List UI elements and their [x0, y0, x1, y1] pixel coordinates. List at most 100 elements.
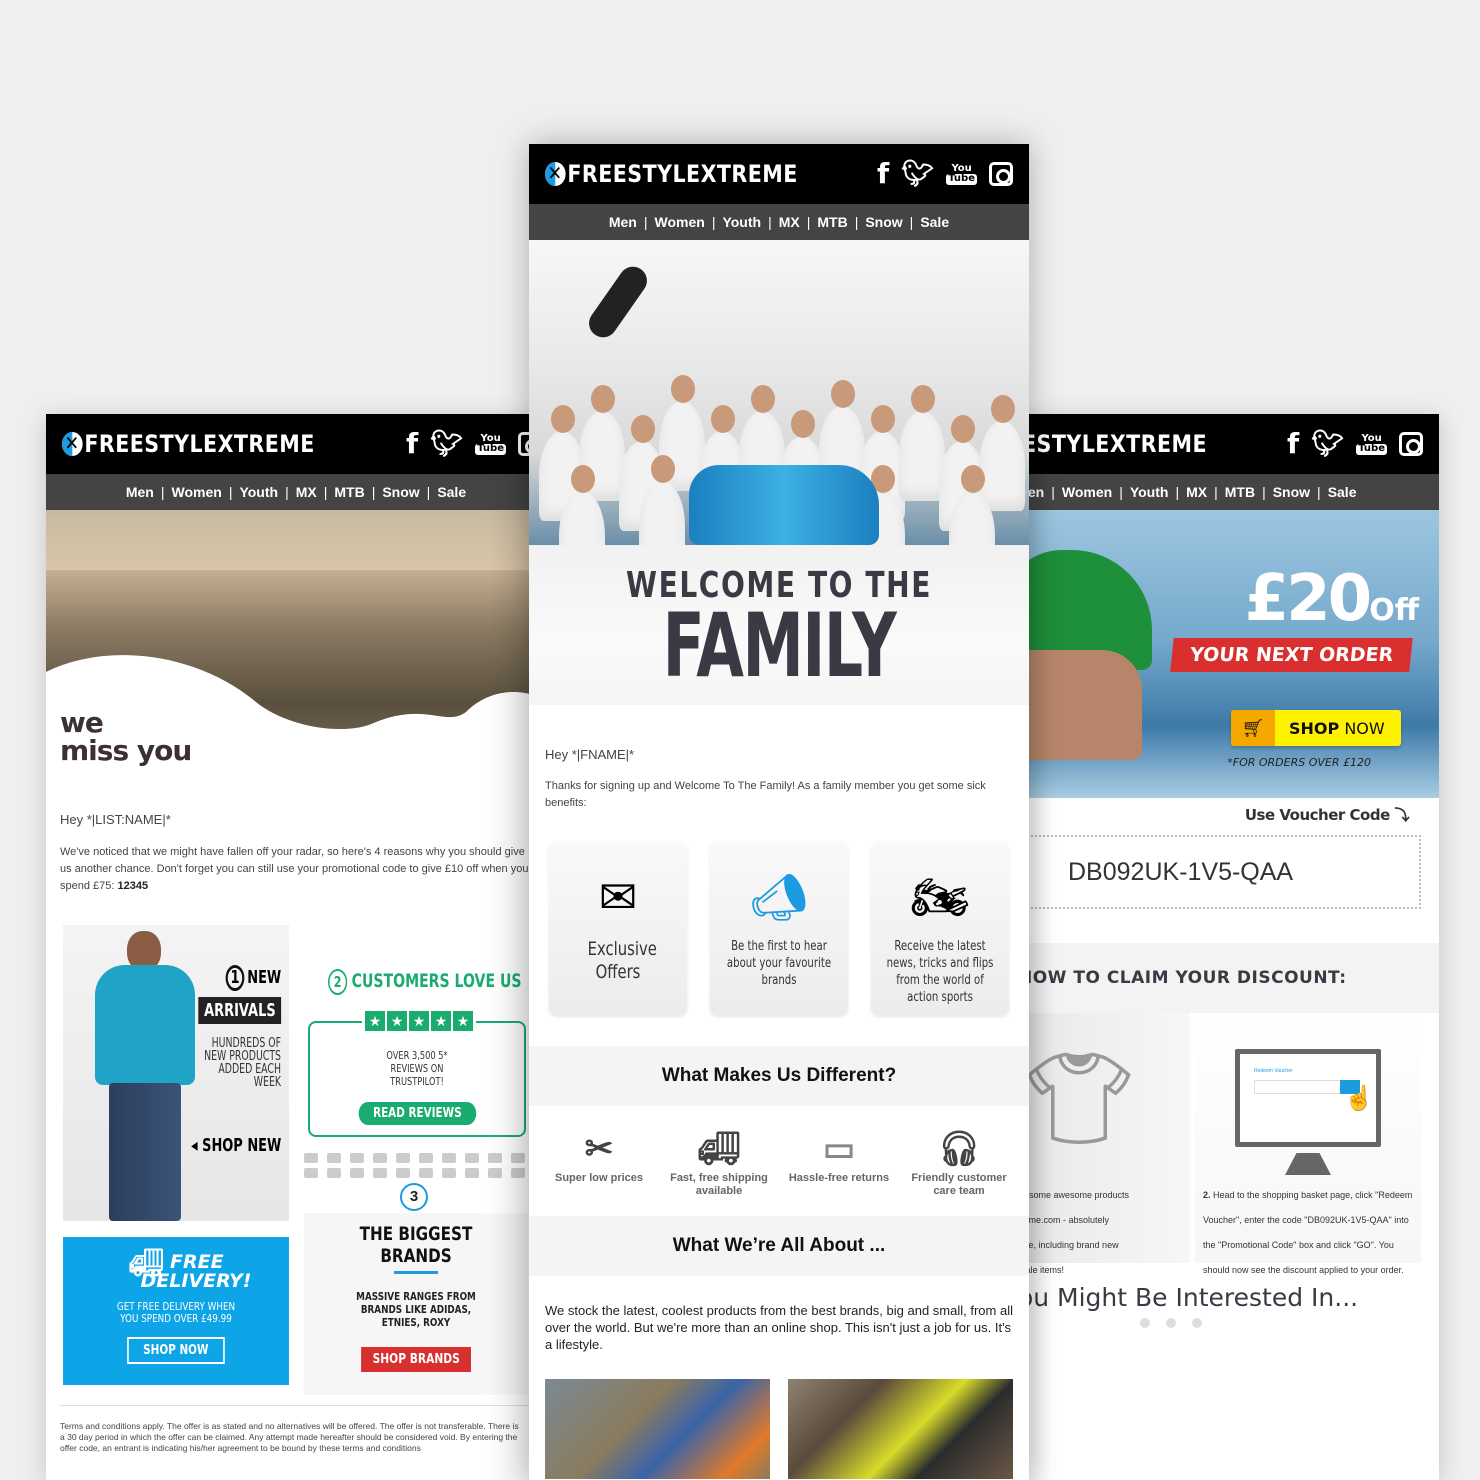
- welcome-line-2: FAMILY: [662, 594, 897, 697]
- greeting: Hey *|FNAME|*: [545, 747, 635, 762]
- nav-separator: |: [1214, 484, 1218, 500]
- shop-word: SHOP: [1289, 718, 1340, 738]
- benefit-text: Exclusive Offers: [587, 938, 657, 983]
- model-hoodie: [95, 965, 195, 1085]
- team-member-head: [871, 405, 895, 433]
- biggest-brands-subtitle: MASSIVE RANGES FROM BRANDS LIKE ADIDAS, …: [356, 1290, 476, 1329]
- action-photos: [529, 1379, 1029, 1479]
- nav-women[interactable]: Women: [172, 484, 222, 500]
- nav-mx[interactable]: MX: [1186, 484, 1207, 500]
- nav-snow[interactable]: Snow: [1273, 484, 1310, 500]
- youtube-icon[interactable]: You Tube: [475, 433, 506, 455]
- feature-label: Super low prices: [554, 1172, 644, 1184]
- star-icon: ★: [365, 1011, 385, 1031]
- nav-mtb[interactable]: MTB: [334, 484, 364, 500]
- youtube-icon[interactable]: You Tube: [946, 163, 977, 185]
- brand-logo-tile: [350, 1153, 364, 1163]
- nav-men[interactable]: Men: [609, 214, 637, 230]
- benefit-text: Be the first to hear about your favourit…: [726, 939, 832, 988]
- free-delivery-shop-now-button[interactable]: SHOP NOW: [127, 1337, 225, 1364]
- brand-logo[interactable]: FREESTYLEXTREME: [545, 160, 798, 188]
- category-nav: Men | Women | Youth | MX | MTB | Snow | Sale: [46, 474, 546, 510]
- feature-item: ✂ Super low prices: [540, 1126, 658, 1198]
- carousel-dot[interactable]: [1192, 1318, 1202, 1328]
- brand-name-partial: ESTYLEXTREME: [1022, 430, 1208, 458]
- nav-youth[interactable]: Youth: [239, 484, 278, 500]
- nav-separator: |: [854, 214, 859, 230]
- brand-logos-strip: [304, 1153, 528, 1178]
- brand-name: FREESTYLEXTREME: [84, 430, 315, 458]
- brand-logo-tile: [488, 1168, 502, 1178]
- greeting: Hey *|LIST:NAME|*: [60, 812, 171, 827]
- brand-logo[interactable]: FREESTYLEXTREME: [62, 430, 315, 458]
- step-1-line: e site, including brand new: [1012, 1240, 1119, 1250]
- claim-steps: 👕︎ lf to some awesome products Xtreme.co…: [1012, 1013, 1439, 1275]
- nav-snow[interactable]: Snow: [382, 484, 419, 500]
- shop-new-link[interactable]: ◂ SHOP NEW: [191, 1135, 281, 1156]
- youtube-tube: Tube: [946, 173, 977, 185]
- nav-sale[interactable]: Sale: [920, 214, 949, 230]
- you-might-be-interested-title: You Might Be Interested In...: [1012, 1283, 1359, 1312]
- brand-logo-tile: [465, 1153, 479, 1163]
- voucher-label-text: Use Voucher Code: [1244, 806, 1390, 824]
- instagram-icon[interactable]: [1399, 432, 1423, 456]
- arrivals-label: ARRIVALS: [197, 997, 281, 1024]
- brand-logo-tile: [419, 1153, 433, 1163]
- nav-women[interactable]: Women: [655, 214, 705, 230]
- brand-logo-tile: [511, 1168, 525, 1178]
- team-member-head: [961, 465, 985, 493]
- instagram-icon[interactable]: [989, 162, 1013, 186]
- free-delivery-subtitle: GET FREE DELIVERY WHEN YOU SPEND OVER £4…: [116, 1300, 236, 1325]
- nav-mx[interactable]: MX: [296, 484, 317, 500]
- nav-sale[interactable]: Sale: [1328, 484, 1357, 500]
- nav-separator: |: [909, 214, 914, 230]
- facebook-icon[interactable]: f: [877, 160, 889, 188]
- nav-women[interactable]: Women: [1062, 484, 1112, 500]
- email-we-miss-you: FREESTYLEXTREME f 🐦︎ YouTube Men | Women |…: [46, 414, 546, 1480]
- team-member-head: [651, 455, 675, 483]
- carousel-dot[interactable]: [1140, 1318, 1150, 1328]
- left-body: Hey *|LIST:NAME|* We've noticed that we …: [46, 812, 546, 895]
- step-1-line: n Sale items!: [1012, 1265, 1065, 1275]
- mountain-bike-photo: [788, 1379, 1013, 1479]
- shop-brands-button[interactable]: SHOP BRANDS: [360, 1347, 472, 1372]
- youtube-icon[interactable]: You Tube: [1356, 433, 1387, 455]
- nav-mtb[interactable]: MTB: [817, 214, 847, 230]
- reason-1-badge: 1: [225, 965, 245, 991]
- price-tag-scissors-icon: ✂: [584, 1130, 614, 1168]
- read-reviews-button[interactable]: READ REVIEWS: [358, 1102, 476, 1125]
- nav-youth[interactable]: Youth: [722, 214, 761, 230]
- nav-sale[interactable]: Sale: [437, 484, 466, 500]
- team-member-head: [911, 385, 935, 413]
- trustpilot-stars: ★ ★ ★ ★ ★: [362, 1011, 476, 1031]
- feature-item: 🚚︎ Fast, free shipping available: [660, 1126, 778, 1198]
- claim-step-1: 👕︎ lf to some awesome products Xtreme.co…: [1012, 1013, 1190, 1275]
- twitter-icon[interactable]: 🐦︎: [901, 161, 934, 187]
- email-header: FREESTYLEXTREME f 🐦︎ YouTube: [46, 414, 546, 474]
- team-member-head: [831, 380, 855, 408]
- brand-logo-tile: [442, 1168, 456, 1178]
- twitter-icon[interactable]: 🐦︎: [430, 431, 463, 457]
- nav-snow[interactable]: Snow: [865, 214, 902, 230]
- offer-note: *FOR ORDERS OVER £120: [1227, 756, 1371, 769]
- feature-item: 🎧︎ Friendly customer care team: [900, 1126, 1018, 1198]
- star-icon: ★: [453, 1011, 473, 1031]
- nav-mtb[interactable]: MTB: [1225, 484, 1255, 500]
- brand-logo-tile: [373, 1153, 387, 1163]
- nav-youth[interactable]: Youth: [1130, 484, 1169, 500]
- features-row: ✂ Super low prices 🚚︎ Fast, free shipping …: [529, 1106, 1029, 1216]
- feature-label: Fast, free shipping available: [670, 1172, 768, 1197]
- social-links: f 🐦︎ You Tube: [1287, 430, 1423, 458]
- voucher-code-box[interactable]: DB092UK-1V5-QAA: [1012, 835, 1421, 909]
- carousel-dot[interactable]: [1166, 1318, 1176, 1328]
- twitter-icon[interactable]: 🐦︎: [1311, 431, 1344, 457]
- intro-text: Thanks for signing up and Welcome To The…: [545, 780, 986, 809]
- shop-now-button[interactable]: 🛒︎ SHOP NOW: [1231, 710, 1401, 746]
- brand-logo[interactable]: ESTYLEXTREME: [1022, 430, 1207, 458]
- facebook-icon[interactable]: f: [406, 430, 418, 458]
- brand-logo-tile: [304, 1168, 318, 1178]
- nav-men[interactable]: Men: [126, 484, 154, 500]
- facebook-icon[interactable]: f: [1287, 430, 1299, 458]
- nav-mx[interactable]: MX: [779, 214, 800, 230]
- youtube-tube: Tube: [1356, 443, 1387, 455]
